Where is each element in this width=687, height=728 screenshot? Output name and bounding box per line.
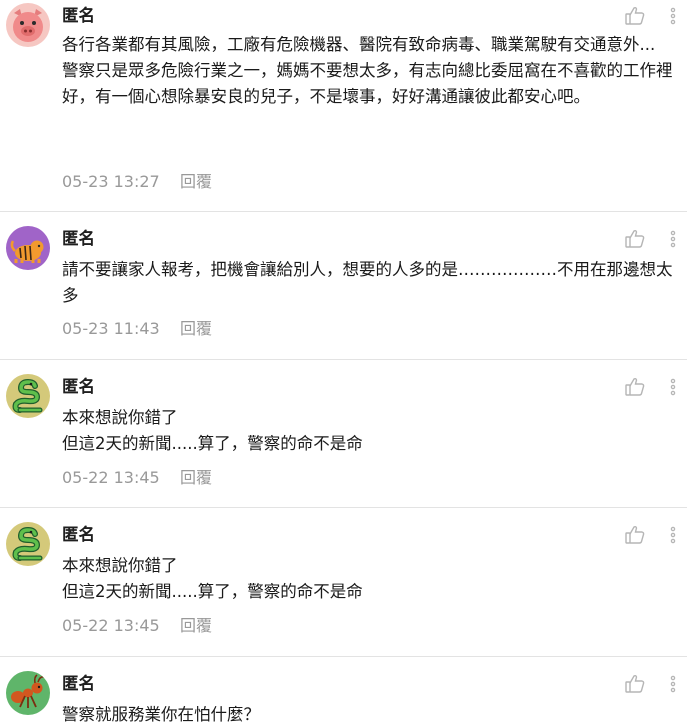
snake-avatar xyxy=(6,374,50,418)
thumbs-up-icon[interactable] xyxy=(624,5,646,27)
more-vertical-icon[interactable] xyxy=(666,228,680,250)
comment-time: 05-23 13:27 xyxy=(62,172,160,191)
divider xyxy=(0,211,687,212)
pig-avatar xyxy=(6,3,50,47)
author-name: 匿名 xyxy=(62,525,95,544)
divider xyxy=(0,359,687,360)
reply-button[interactable]: 回覆 xyxy=(180,172,212,192)
author-name: 匿名 xyxy=(62,674,95,693)
comment-meta: 05-22 13:45 回覆 xyxy=(62,468,212,488)
comment-meta: 05-22 13:45 回覆 xyxy=(62,616,212,636)
comment-text: 各行各業都有其風險，工廠有危險機器、醫院有致命病毒、職業駕駛有交通意外... 警… xyxy=(62,35,673,106)
author-name: 匿名 xyxy=(62,6,95,25)
thumbs-up-icon[interactable] xyxy=(624,228,646,250)
author-name: 匿名 xyxy=(62,229,95,248)
snake-avatar xyxy=(6,522,50,566)
comment-time: 05-23 11:43 xyxy=(62,319,160,338)
author-name: 匿名 xyxy=(62,377,95,396)
comment-text: 警察就服務業你在怕什麼？ xyxy=(62,705,260,724)
more-vertical-icon[interactable] xyxy=(666,376,680,398)
more-vertical-icon[interactable] xyxy=(666,5,680,27)
comment-meta: 05-23 13:27 回覆 xyxy=(62,172,212,192)
more-vertical-icon[interactable] xyxy=(666,673,680,695)
comment-text: 本來想說你錯了 但這2天的新聞.....算了，警察的命不是命 xyxy=(62,556,363,601)
thumbs-up-icon[interactable] xyxy=(624,673,646,695)
comment-meta: 05-23 11:43 回覆 xyxy=(62,319,212,339)
ant-avatar xyxy=(6,671,50,715)
tiger-avatar xyxy=(6,226,50,270)
divider xyxy=(0,507,687,508)
comment-time: 05-22 13:45 xyxy=(62,468,160,487)
reply-button[interactable]: 回覆 xyxy=(180,319,212,339)
comment-text: 本來想說你錯了 但這2天的新聞.....算了，警察的命不是命 xyxy=(62,408,363,453)
thumbs-up-icon[interactable] xyxy=(624,376,646,398)
reply-button[interactable]: 回覆 xyxy=(180,616,212,636)
comment-text: 請不要讓家人報考，把機會讓給別人，想要的人多的是………………不用在那邊想太多 xyxy=(62,260,673,305)
thumbs-up-icon[interactable] xyxy=(624,524,646,546)
reply-button[interactable]: 回覆 xyxy=(180,468,212,488)
divider xyxy=(0,656,687,657)
more-vertical-icon[interactable] xyxy=(666,524,680,546)
comment-time: 05-22 13:45 xyxy=(62,616,160,635)
